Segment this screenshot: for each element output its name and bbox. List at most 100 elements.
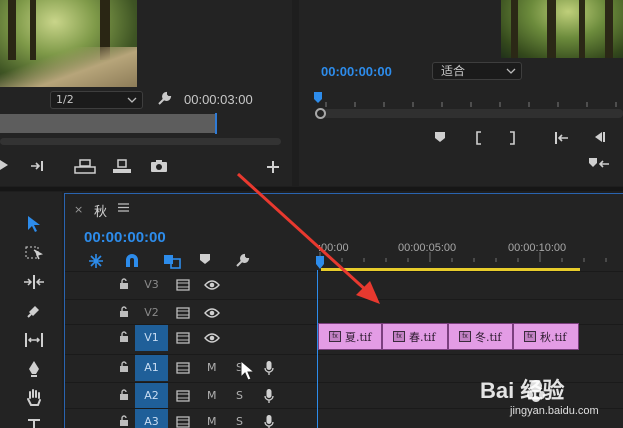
add-button-icon[interactable] (266, 160, 280, 174)
lock-icon[interactable] (119, 361, 129, 373)
lock-icon[interactable] (119, 389, 129, 401)
timeline-playhead-icon[interactable] (316, 256, 324, 270)
track-target-a2[interactable]: A2 (135, 383, 168, 409)
timeline-clip[interactable]: fx 夏.tif (318, 323, 382, 350)
step-back-icon[interactable] (592, 131, 606, 143)
program-fit-dropdown[interactable]: 适合 (432, 62, 522, 80)
sync-lock-icon[interactable] (176, 416, 190, 428)
camera-icon[interactable] (150, 159, 168, 173)
overwrite-icon[interactable] (74, 159, 96, 174)
mark-in-icon[interactable] (475, 131, 483, 145)
microphone-icon[interactable] (264, 414, 274, 428)
track-header-a1: A1 M S (65, 354, 316, 382)
source-zoom-dropdown[interactable]: 1/2 (50, 91, 143, 109)
type-icon[interactable] (22, 414, 46, 428)
ruler-label-5s: 00:00:05:00 (398, 242, 457, 254)
ruler-label-10s: 00:00:10:00 (508, 242, 567, 254)
razor-icon[interactable] (22, 300, 46, 322)
program-scroll-handle[interactable] (315, 108, 326, 119)
clip-name: 秋.tif (540, 330, 567, 344)
solo-button[interactable]: S (236, 415, 243, 428)
lock-icon[interactable] (119, 306, 129, 318)
snap-magnet-icon[interactable] (124, 253, 140, 269)
ripple-edit-icon[interactable] (22, 271, 46, 293)
clip-name: 春.tif (409, 330, 436, 344)
microphone-icon[interactable] (264, 388, 274, 404)
timeline-playhead-line (317, 270, 318, 428)
insert-icon[interactable] (30, 159, 48, 173)
timeline-clip[interactable]: fx 秋.tif (513, 323, 579, 350)
sync-lock-icon[interactable] (176, 390, 190, 402)
sync-lock-icon[interactable] (176, 362, 190, 374)
panel-divider[interactable] (0, 187, 623, 191)
mute-button[interactable]: M (207, 389, 217, 402)
track-target-a1[interactable]: A1 (135, 355, 168, 381)
sync-lock-icon[interactable] (176, 332, 190, 344)
track-target-a3[interactable]: A3 (135, 409, 168, 428)
lock-icon[interactable] (119, 331, 129, 343)
source-playhead-end (215, 113, 217, 134)
track-target-v2[interactable]: V2 (135, 300, 168, 326)
lock-icon[interactable] (119, 278, 129, 290)
eye-icon[interactable] (204, 280, 220, 290)
lock-icon[interactable] (119, 415, 129, 427)
lift-icon[interactable] (112, 159, 132, 174)
sync-lock-icon[interactable] (176, 279, 190, 291)
play-icon[interactable] (0, 159, 10, 171)
track-header-a3: A3 M S (65, 408, 316, 428)
track-target-v1[interactable]: V1 (135, 325, 168, 351)
mute-button[interactable]: M (207, 415, 217, 428)
go-to-in-icon[interactable] (554, 131, 570, 145)
track-target-v3[interactable]: V3 (135, 272, 168, 298)
track-select-icon[interactable] (22, 242, 46, 264)
solo-button[interactable]: S (236, 389, 243, 402)
fx-badge: fx (524, 331, 536, 342)
source-scrollbar[interactable] (0, 138, 281, 145)
track-header-v2: V2 (65, 299, 316, 327)
mute-button[interactable]: M (207, 361, 217, 374)
selection-tool-icon[interactable] (22, 213, 46, 235)
add-marker-icon[interactable] (434, 131, 446, 143)
eye-icon[interactable] (204, 308, 220, 318)
program-time-ruler[interactable] (316, 94, 623, 108)
hand-icon[interactable] (22, 387, 46, 409)
program-timecode[interactable]: 00:00:00:00 (321, 64, 392, 79)
track-header-a2: A2 M S (65, 382, 316, 410)
pen-icon[interactable] (22, 358, 46, 380)
track-header-v1: V1 (65, 324, 316, 352)
program-scrollbar[interactable] (322, 109, 623, 118)
nest-sequence-icon[interactable] (88, 253, 104, 269)
linked-selection-icon[interactable] (163, 253, 181, 269)
timeline-clip[interactable]: fx 冬.tif (448, 323, 513, 350)
program-playhead-icon[interactable] (314, 92, 322, 104)
fx-badge: fx (393, 331, 405, 342)
chevron-down-icon (127, 95, 137, 105)
watermark-url: jingyan.baidu.com (510, 405, 599, 417)
wrench-icon[interactable] (156, 91, 172, 107)
eye-icon[interactable] (204, 333, 220, 343)
clip-name: 夏.tif (345, 330, 372, 344)
chevron-down-icon (506, 66, 516, 76)
source-time-ruler[interactable] (0, 114, 216, 133)
close-tab-icon[interactable]: × (74, 203, 83, 216)
track-header-v3: V3 (65, 271, 316, 299)
ruler-label-0: :00:00 (318, 242, 349, 254)
timeline-timecode[interactable]: 00:00:00:00 (84, 229, 166, 246)
program-fit-value: 适合 (441, 64, 466, 78)
extract-icon[interactable] (588, 157, 610, 171)
wrench-icon[interactable] (234, 253, 250, 269)
add-marker-icon[interactable] (199, 253, 211, 265)
slip-icon[interactable] (22, 329, 46, 351)
timeline-ruler[interactable] (316, 232, 623, 272)
mark-out-icon[interactable] (508, 131, 516, 145)
sequence-tab-name[interactable]: 秋 (94, 201, 107, 220)
source-video-frame (0, 0, 137, 87)
microphone-icon[interactable] (264, 360, 274, 376)
watermark-brand: Bai 经验 (480, 378, 565, 403)
fx-badge: fx (329, 331, 341, 342)
fx-badge: fx (459, 331, 471, 342)
source-zoom-value: 1/2 (56, 93, 74, 106)
timeline-clip[interactable]: fx 春.tif (382, 323, 448, 350)
sync-lock-icon[interactable] (176, 307, 190, 319)
panel-menu-icon[interactable] (118, 203, 129, 212)
